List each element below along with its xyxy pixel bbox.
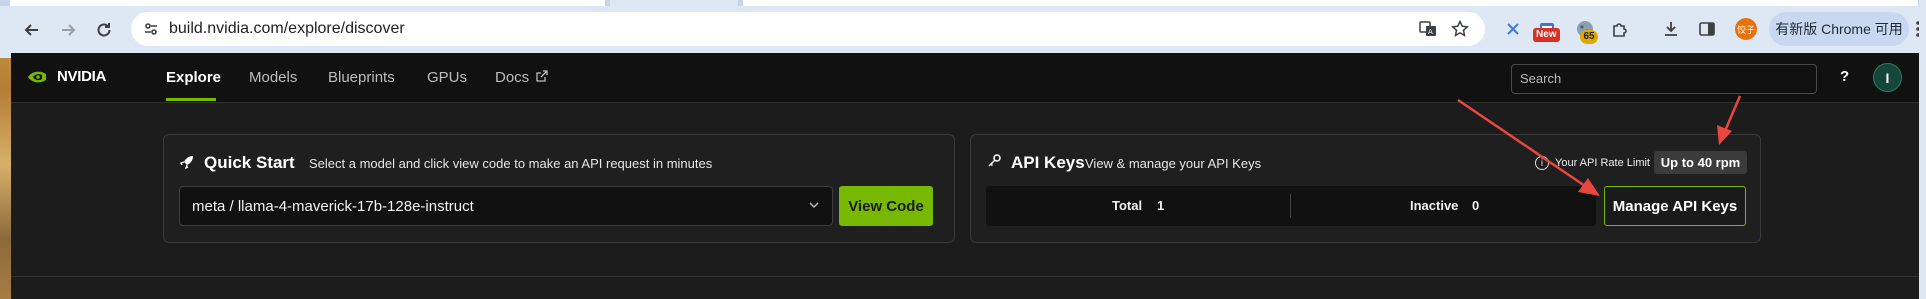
- annotation-arrows: [1457, 95, 1742, 196]
- annotation-arrow-rate: [1717, 95, 1742, 145]
- annotation-arrow-manage: [1457, 98, 1600, 196]
